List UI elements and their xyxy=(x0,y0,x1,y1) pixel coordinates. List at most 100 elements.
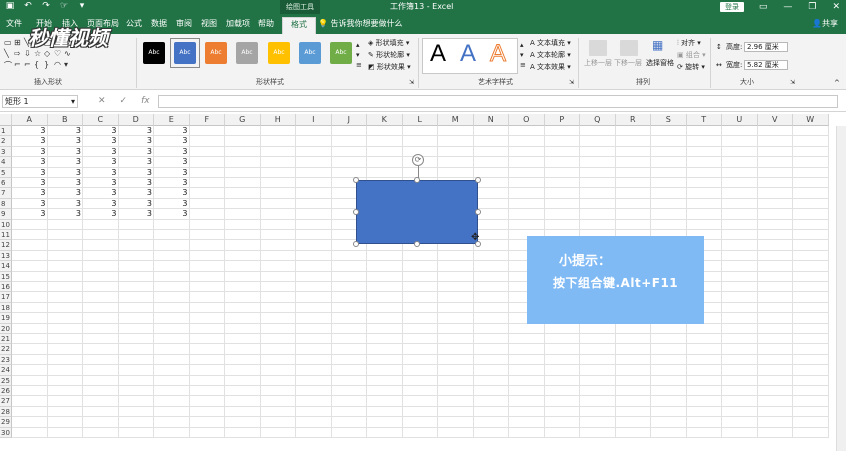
shape-style-swatch-gray[interactable]: Abc xyxy=(236,42,258,64)
wordart-style-orange-outline[interactable]: A xyxy=(489,40,506,68)
tab-help[interactable]: 帮助 xyxy=(258,17,274,31)
select-all-corner[interactable] xyxy=(0,114,12,126)
close-icon[interactable]: ✕ xyxy=(832,0,840,14)
column-header[interactable]: H xyxy=(260,114,296,126)
insert-function-icon[interactable]: fx xyxy=(141,95,150,108)
column-header[interactable]: I xyxy=(296,114,332,126)
row-header[interactable]: 24 xyxy=(0,365,12,376)
resize-handle-sw[interactable] xyxy=(353,241,359,247)
column-header[interactable]: G xyxy=(225,114,261,126)
row-header[interactable]: 14 xyxy=(0,261,12,272)
bring-forward-button[interactable]: 上移一层 xyxy=(584,58,612,68)
row-header[interactable]: 17 xyxy=(0,292,12,303)
row-header[interactable]: 9 xyxy=(0,209,12,220)
style-gallery-scroll-icon[interactable]: ▴ ▾ ≡ xyxy=(356,40,362,70)
tab-file[interactable]: 文件 xyxy=(6,17,22,31)
align-button[interactable]: ⫶ 对齐 ▾ xyxy=(677,38,701,48)
table-cell[interactable]: 3 xyxy=(154,199,190,209)
row-header[interactable]: 15 xyxy=(0,271,12,282)
ribbon-display-icon[interactable]: ▭ xyxy=(759,0,768,14)
worksheet-grid[interactable]: A B C D E F G H I J K L M N O P Q R S T U V W 1 2 3 4 5 6 7 8 9 10 11 12 13… xyxy=(0,114,846,451)
row-header[interactable]: 26 xyxy=(0,386,12,397)
table-cell[interactable]: 3 xyxy=(119,199,155,209)
enter-icon[interactable]: ✓ xyxy=(120,95,128,108)
row-header[interactable]: 7 xyxy=(0,188,12,199)
table-cell[interactable]: 3 xyxy=(83,147,119,157)
row-header[interactable]: 11 xyxy=(0,230,12,241)
column-header[interactable]: S xyxy=(651,114,687,126)
row-header[interactable]: 4 xyxy=(0,157,12,168)
tab-view[interactable]: 视图 xyxy=(201,17,217,31)
shape-style-swatch-lightblue[interactable]: Abc xyxy=(299,42,321,64)
column-header[interactable]: J xyxy=(331,114,367,126)
wordart-style-blue[interactable]: A xyxy=(460,40,476,68)
resize-handle-nw[interactable] xyxy=(353,177,359,183)
shape-style-swatch-black[interactable]: Abc xyxy=(143,42,165,64)
column-header[interactable]: Q xyxy=(580,114,616,126)
row-header[interactable]: 8 xyxy=(0,198,12,210)
tab-formulas[interactable]: 公式 xyxy=(126,17,142,31)
table-cell[interactable]: 3 xyxy=(154,136,190,146)
table-cell[interactable]: 3 xyxy=(48,168,84,178)
group-button[interactable]: ▣ 组合 ▾ xyxy=(677,50,706,60)
width-input[interactable]: 5.82 厘米 xyxy=(744,60,788,70)
dialog-launcher-icon[interactable]: ⇲ xyxy=(569,78,574,88)
tab-format[interactable]: 格式 xyxy=(282,17,316,34)
row-header[interactable]: 2 xyxy=(0,136,12,147)
collapse-ribbon-icon[interactable]: ^ xyxy=(834,78,840,88)
row-header[interactable]: 3 xyxy=(0,146,12,158)
column-header[interactable]: B xyxy=(47,114,83,126)
brace-shape-icon[interactable]: { xyxy=(34,60,44,71)
row-header[interactable]: 16 xyxy=(0,282,12,293)
table-cell[interactable]: 3 xyxy=(119,136,155,146)
rectangle-shape-icon[interactable]: ▭ xyxy=(4,38,14,47)
vertical-scrollbar[interactable] xyxy=(836,126,846,451)
table-cell[interactable]: 3 xyxy=(119,147,155,157)
row-header[interactable]: 12 xyxy=(0,240,12,251)
restore-icon[interactable]: ❐ xyxy=(808,0,816,14)
row-header[interactable]: 18 xyxy=(0,302,12,314)
row-header[interactable]: 6 xyxy=(0,178,12,189)
wordart-style-black[interactable]: A xyxy=(430,40,446,68)
table-cell[interactable]: 3 xyxy=(154,168,190,178)
send-backward-button[interactable]: 下移一层 xyxy=(614,58,642,68)
column-header[interactable]: M xyxy=(438,114,474,126)
row-header[interactable]: 19 xyxy=(0,313,12,324)
line-shape-icon[interactable]: ╲ xyxy=(4,49,14,58)
table-cell[interactable]: 3 xyxy=(154,188,190,198)
resize-handle-s[interactable] xyxy=(414,241,420,247)
table-cell[interactable]: 3 xyxy=(154,147,190,157)
table-cell[interactable]: 3 xyxy=(12,209,48,219)
column-header[interactable]: C xyxy=(83,114,119,126)
table-cell[interactable]: 3 xyxy=(119,178,155,188)
share-button[interactable]: 👤共享 xyxy=(812,17,838,31)
column-header[interactable]: D xyxy=(118,114,154,126)
table-cell[interactable]: 3 xyxy=(83,126,119,136)
resize-handle-ne[interactable] xyxy=(475,177,481,183)
table-cell[interactable]: 3 xyxy=(48,136,84,146)
table-cell[interactable]: 3 xyxy=(48,178,84,188)
column-header[interactable]: E xyxy=(154,114,190,126)
tab-review[interactable]: 审阅 xyxy=(176,17,192,31)
cancel-icon[interactable]: ✕ xyxy=(98,95,106,108)
table-cell[interactable]: 3 xyxy=(48,147,84,157)
table-cell[interactable]: 3 xyxy=(48,157,84,167)
column-header[interactable]: N xyxy=(473,114,509,126)
text-outline-button[interactable]: A 文本轮廓 ▾ xyxy=(530,50,571,60)
column-header[interactable]: A xyxy=(12,114,48,126)
shape-style-swatch-green[interactable]: Abc xyxy=(330,42,352,64)
row-header[interactable]: 29 xyxy=(0,417,12,428)
column-header[interactable]: V xyxy=(757,114,793,126)
resize-handle-w[interactable] xyxy=(353,209,359,215)
table-cell[interactable]: 3 xyxy=(119,168,155,178)
column-header[interactable]: L xyxy=(402,114,438,126)
height-input[interactable]: 2.96 厘米 xyxy=(744,42,788,52)
dialog-launcher-icon[interactable]: ⇲ xyxy=(409,78,414,88)
table-cell[interactable]: 3 xyxy=(119,126,155,136)
row-header[interactable]: 5 xyxy=(0,167,12,178)
touch-icon[interactable]: ☞ xyxy=(58,1,70,11)
more-shapes-icon[interactable]: ▾ xyxy=(64,60,74,71)
save-icon[interactable]: ▣ xyxy=(4,1,16,11)
table-cell[interactable]: 3 xyxy=(48,188,84,198)
table-cell[interactable]: 3 xyxy=(48,126,84,136)
